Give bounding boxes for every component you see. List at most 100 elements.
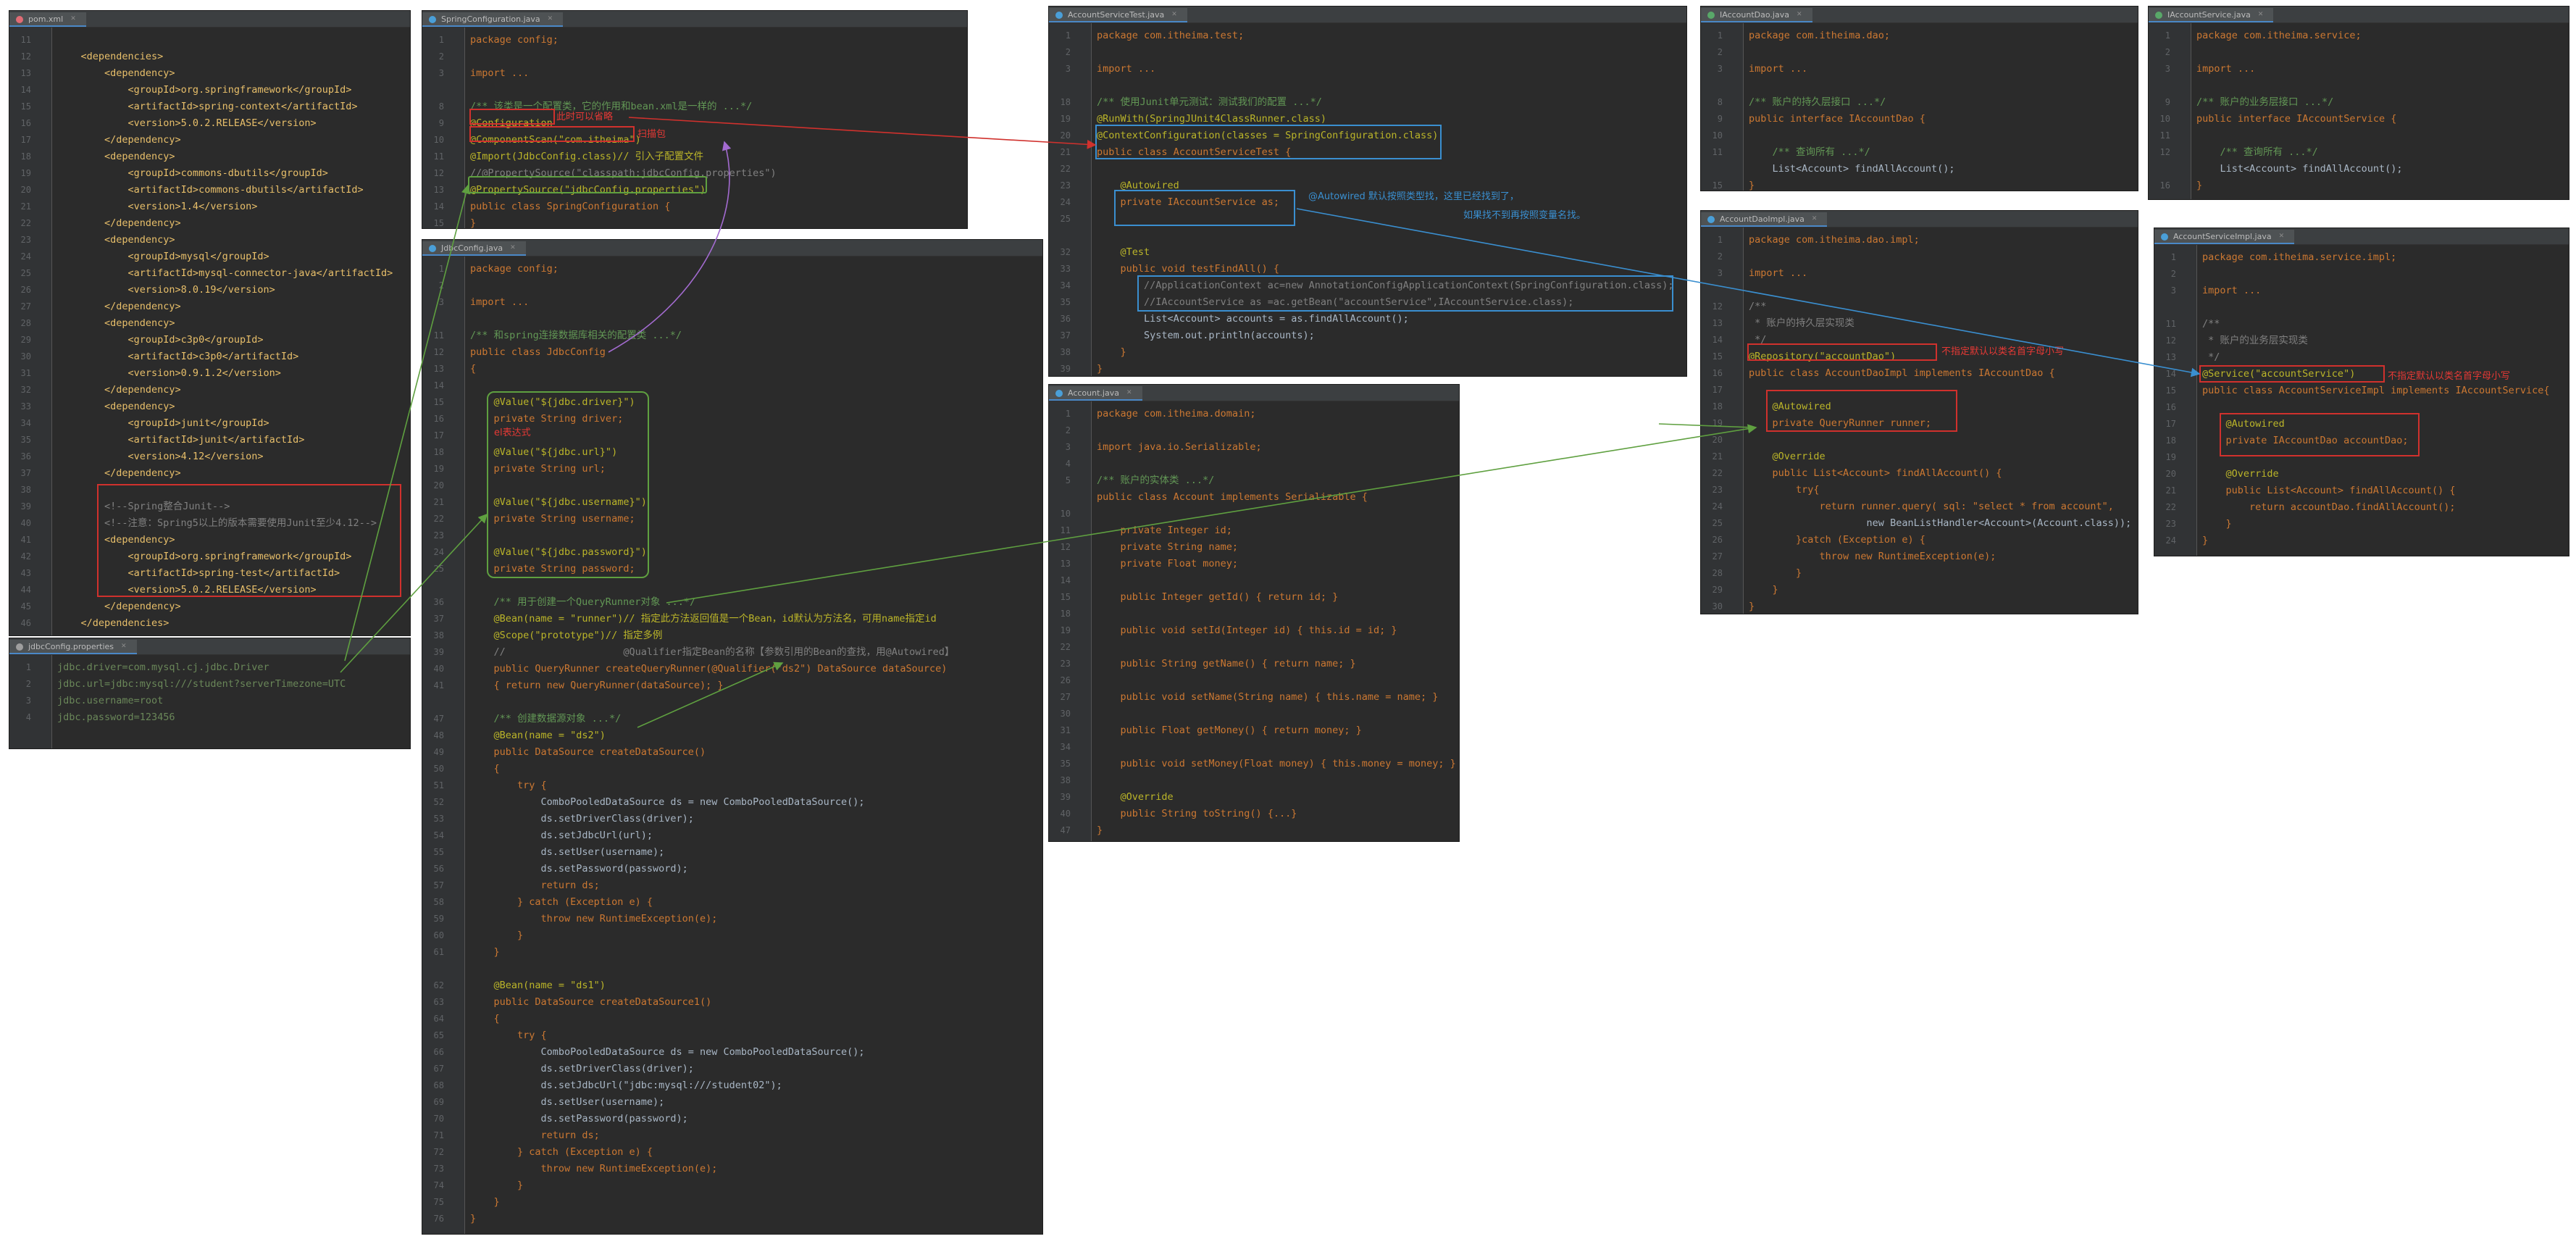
code-line[interactable]: 5 /** 账户的实体类 ...*/: [1049, 472, 1459, 489]
code-line[interactable]: 37 </dependency>: [9, 465, 410, 482]
code-line[interactable]: 38: [1049, 772, 1459, 789]
file-tab[interactable]: JdbcConfig.java ✕: [422, 241, 526, 256]
code-line[interactable]: 15}: [1701, 178, 2138, 191]
code-line[interactable]: 73 throw new RuntimeException(e);: [422, 1161, 1042, 1177]
code-line[interactable]: 1 package com.itheima.dao;: [1701, 28, 2138, 44]
code-line[interactable]: 10: [1049, 506, 1459, 522]
code-line[interactable]: 2: [422, 277, 1042, 294]
code-area[interactable]: 1 package com.itheima.dao; 2 3 import ... 8 /*…: [1701, 23, 2138, 191]
code-line[interactable]: 8 /** 账户的持久层接口 ...*/: [1701, 94, 2138, 111]
code-line[interactable]: 48 @Bean(name = "ds2"): [422, 727, 1042, 744]
code-line[interactable]: 67 ds.setDriverClass(driver);: [422, 1061, 1042, 1077]
code-line[interactable]: 2: [2149, 44, 2569, 61]
code-area[interactable]: 1 package com.itheima.service; 2 3 import ..…: [2149, 23, 2569, 199]
code-line[interactable]: 12 private String name;: [1049, 539, 1459, 556]
code-line[interactable]: 32 @Test: [1049, 244, 1686, 261]
code-line[interactable]: 53 ds.setDriverClass(driver);: [422, 811, 1042, 827]
close-icon[interactable]: ✕: [1812, 215, 1818, 222]
code-line[interactable]: 51 try {: [422, 777, 1042, 794]
code-line[interactable]: 56 ds.setPassword(password);: [422, 861, 1042, 877]
code-line[interactable]: 69 ds.setUser(username);: [422, 1094, 1042, 1111]
code-line[interactable]: 11 /**: [2154, 316, 2569, 333]
code-line[interactable]: 2: [1701, 44, 2138, 61]
code-line[interactable]: [1049, 228, 1686, 244]
code-line[interactable]: 46 </dependencies>: [9, 615, 410, 632]
code-line[interactable]: 30: [1049, 706, 1459, 722]
code-line[interactable]: 21 <version>1.4</version>: [9, 199, 410, 215]
code-line[interactable]: 31 <version>0.9.1.2</version>: [9, 365, 410, 382]
code-line[interactable]: [2149, 78, 2569, 94]
code-line[interactable]: 37 System.out.println(accounts);: [1049, 327, 1686, 344]
code-line[interactable]: 9 /** 账户的业务层接口 ...*/: [2149, 94, 2569, 111]
code-line[interactable]: 24 <groupId>mysql</groupId>: [9, 249, 410, 265]
code-line[interactable]: [422, 577, 1042, 594]
code-line[interactable]: 3 import java.io.Serializable;: [1049, 439, 1459, 456]
code-line[interactable]: 23 public String getName() { return name…: [1049, 656, 1459, 672]
code-line[interactable]: 14 <groupId>org.springframework</groupId…: [9, 82, 410, 99]
code-area[interactable]: 1 package com.itheima.domain; 2 3 import jav…: [1049, 401, 1459, 841]
code-line[interactable]: 12 * 账户的业务层实现类: [2154, 333, 2569, 349]
code-line[interactable]: 13 private Float money;: [1049, 556, 1459, 572]
close-icon[interactable]: ✕: [2258, 11, 2264, 18]
code-line[interactable]: 20 <artifactId>commons-dbutils</artifact…: [9, 182, 410, 199]
code-line[interactable]: 16 public class AccountDaoImpl implements…: [1701, 365, 2138, 382]
code-line[interactable]: [422, 961, 1042, 977]
code-line[interactable]: List<Account> findAllAccount();: [1701, 161, 2138, 178]
code-area[interactable]: 1 package com.itheima.service.impl; 2 3 impo…: [2154, 245, 2569, 556]
file-tab[interactable]: pom.xml ✕: [9, 12, 86, 27]
code-line[interactable]: 3 import ...: [422, 65, 967, 82]
code-line[interactable]: 25 new BeanListHandler<Account>(Account.…: [1701, 515, 2138, 532]
code-line[interactable]: 33 <dependency>: [9, 398, 410, 415]
code-line[interactable]: 2: [2154, 266, 2569, 283]
code-line[interactable]: 37 @Bean(name = "runner")// 指定此方法返回值是一个B…: [422, 611, 1042, 627]
code-line[interactable]: 74 }: [422, 1177, 1042, 1194]
code-line[interactable]: 15 public class AccountServiceImpl implem…: [2154, 383, 2569, 399]
code-line[interactable]: 15 <artifactId>spring-context</artifactI…: [9, 99, 410, 115]
code-line[interactable]: public class Account implements Serializ…: [1049, 489, 1459, 506]
code-line[interactable]: 11 private Integer id;: [1049, 522, 1459, 539]
code-line[interactable]: 38 }: [1049, 344, 1686, 361]
code-line[interactable]: 39}: [1049, 361, 1686, 376]
file-tab[interactable]: IAccountDao.java ✕: [1701, 8, 1812, 22]
code-line[interactable]: 41 { return new QueryRunner(dataSource);…: [422, 677, 1042, 694]
code-line[interactable]: 19 <groupId>commons-dbutils</groupId>: [9, 165, 410, 182]
code-line[interactable]: 13 <dependency>: [9, 65, 410, 82]
code-line[interactable]: List<Account> findAllAccount();: [2149, 161, 2569, 178]
code-line[interactable]: 22 return accountDao.findAllAccount();: [2154, 499, 2569, 516]
code-line[interactable]: 26 <version>8.0.19</version>: [9, 282, 410, 299]
code-line[interactable]: 22 </dependency>: [9, 215, 410, 232]
code-line[interactable]: 52 ComboPooledDataSource ds = new ComboP…: [422, 794, 1042, 811]
editor-panel-serviceimpl[interactable]: AccountServiceImpl.java ✕ 1 package com.ith…: [2154, 228, 2569, 556]
code-line[interactable]: 20 @Override: [2154, 466, 2569, 483]
editor-panel-account[interactable]: Account.java ✕ 1 package com.itheima.domain…: [1048, 384, 1460, 842]
code-line[interactable]: 35 public void setMoney(Float money) { t…: [1049, 756, 1459, 772]
code-line[interactable]: 71 return ds;: [422, 1127, 1042, 1144]
code-line[interactable]: 47 /** 创建数据源对象 ...*/: [422, 711, 1042, 727]
code-line[interactable]: 57 return ds;: [422, 877, 1042, 894]
code-line[interactable]: 50 {: [422, 761, 1042, 777]
code-line[interactable]: 22: [1049, 161, 1686, 178]
code-line[interactable]: 29 <groupId>c3p0</groupId>: [9, 332, 410, 349]
code-line[interactable]: 16}: [2149, 178, 2569, 194]
code-line[interactable]: 11: [9, 32, 410, 49]
code-line[interactable]: 3 import ...: [2149, 61, 2569, 78]
code-line[interactable]: 22: [1049, 639, 1459, 656]
code-line[interactable]: 65 try {: [422, 1027, 1042, 1044]
code-line[interactable]: 1 package com.itheima.service;: [2149, 28, 2569, 44]
code-line[interactable]: 4: [1049, 456, 1459, 472]
code-line[interactable]: 24 return runner.query( sql: "select * f…: [1701, 498, 2138, 515]
code-line[interactable]: [422, 82, 967, 99]
code-line[interactable]: 70 ds.setPassword(password);: [422, 1111, 1042, 1127]
code-line[interactable]: 1 package com.itheima.dao.impl;: [1701, 232, 2138, 249]
code-line[interactable]: 68 ds.setJdbcUrl("jdbc:mysql:///student0…: [422, 1077, 1042, 1094]
code-line[interactable]: 30}: [1701, 598, 2138, 614]
code-line[interactable]: 13 * 账户的持久层实现类: [1701, 315, 2138, 332]
code-area[interactable]: 1 jdbc.driver=com.mysql.cj.jdbc.Driver 2 jd…: [9, 655, 410, 748]
file-tab[interactable]: AccountServiceImpl.java ✕: [2154, 230, 2295, 244]
code-line[interactable]: 34: [1049, 739, 1459, 756]
code-line[interactable]: 14: [1049, 572, 1459, 589]
code-line[interactable]: 36 <version>4.12</version>: [9, 448, 410, 465]
code-line[interactable]: 14 public class SpringConfiguration {: [422, 199, 967, 215]
code-line[interactable]: 47}: [1049, 822, 1459, 839]
file-tab[interactable]: IAccountService.java ✕: [2149, 8, 2274, 22]
